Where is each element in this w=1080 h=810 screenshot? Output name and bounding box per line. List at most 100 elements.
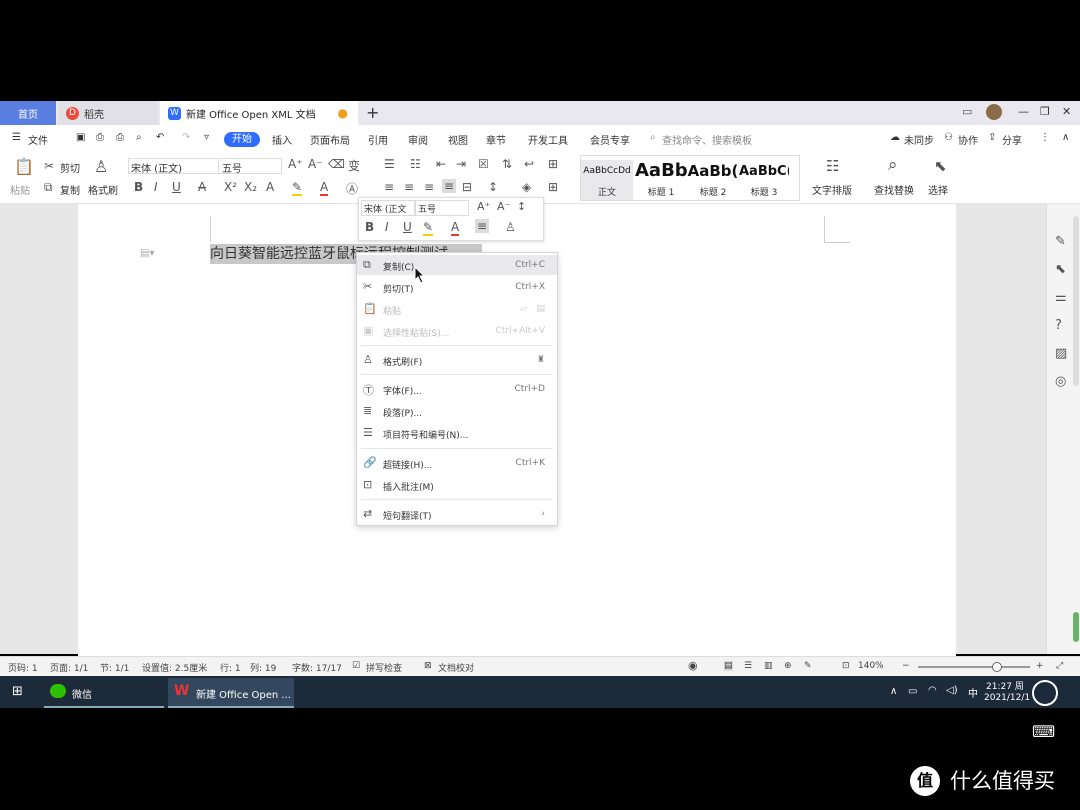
status-row[interactable]: 行: 1 [220,661,241,674]
taskbar-wechat[interactable]: 微信 [44,678,164,708]
close-button[interactable]: ✕ [1062,105,1071,118]
collab-button[interactable]: 协作 [958,132,978,147]
mini-bold-icon[interactable]: B [365,220,374,234]
redo-icon[interactable]: ↷ [182,132,190,143]
style-heading-1[interactable]: AaBb 标题 1 [635,160,687,200]
mini-font-color-icon[interactable]: A [451,220,460,236]
tab-start[interactable]: 开始 [224,132,260,147]
menu-item-paste-special[interactable]: ▣ 选择性粘贴(S)... Ctrl+Alt+V [357,321,557,341]
tab-home[interactable]: 首页 [0,101,56,125]
image-tool-icon[interactable]: ▨ [1055,346,1067,361]
clock-time[interactable]: 21:27 周 [986,679,1024,692]
numbering-icon[interactable]: ☷ [410,157,421,171]
mini-shrink-font-icon[interactable]: A⁻ [497,200,510,213]
bold-icon[interactable]: B [134,180,143,194]
tray-expand-icon[interactable]: ∧ [890,686,897,697]
write-mode-icon[interactable]: ✎ [804,661,812,671]
select-button[interactable]: 选择 [928,182,948,197]
pen-icon[interactable]: ✎ [1055,234,1066,249]
proofread-button[interactable]: 文档校对 [438,661,474,674]
style-heading-3[interactable]: AaBbC( 标题 3 [739,160,789,200]
find-replace-button[interactable]: 查找替换 [874,182,914,197]
sort-icon[interactable]: ⇅ [502,157,512,171]
table-tools-icon[interactable]: ⊞ [548,157,558,171]
mini-grow-font-icon[interactable]: A⁺ [477,200,490,213]
align-center-icon[interactable]: ≡ [404,180,414,194]
menu-item-bullets-numbering[interactable]: ☰ 项目符号和编号(N)... [357,423,557,443]
shading-icon[interactable]: ◈ [522,180,531,194]
avatar[interactable] [986,104,1002,120]
command-search[interactable]: 查找命令、搜索模板 [662,132,752,147]
outline-view-icon[interactable]: ☰ [744,661,752,671]
wifi-icon[interactable]: ◠ [928,685,937,696]
mini-align-icon[interactable]: ≡ [475,219,490,233]
save-icon[interactable]: ▣ [76,132,85,143]
distributed-icon[interactable]: ⊟ [462,180,472,194]
tab-page-layout[interactable]: 页面布局 [310,132,350,147]
justify-icon[interactable]: ≡ [442,179,457,193]
status-setting[interactable]: 设置值: 2.5厘米 [142,661,207,674]
mini-italic-icon[interactable]: I [385,220,389,234]
tab-view[interactable]: 视图 [448,132,468,147]
fit-page-icon[interactable]: ⊡ [842,661,850,671]
mini-highlight-icon[interactable]: ✎ [423,220,434,236]
line-spacing-icon[interactable]: ↕ [488,180,498,194]
font-color-icon[interactable]: A [320,180,329,196]
preview-icon[interactable]: ⌕ [136,132,142,143]
shrink-font-icon[interactable]: A⁻ [308,157,323,171]
file-menu[interactable]: 文件 [28,132,48,147]
eye-protection-icon[interactable]: ◉ [688,659,698,672]
ime-indicator[interactable]: 中 [968,685,978,700]
underline-icon[interactable]: U [172,180,181,194]
cut-button[interactable]: 剪切 [60,160,80,175]
zoom-level[interactable]: 140% [858,661,884,671]
sync-status[interactable]: 未同步 [904,132,934,147]
location-icon[interactable]: ◎ [1055,374,1066,389]
zoom-slider-track[interactable] [918,662,1030,672]
format-painter-icon[interactable]: ♙ [94,157,108,176]
read-view-icon[interactable]: ▥ [764,661,773,671]
show-marks-icon[interactable]: ↩ [524,157,534,171]
tab-member[interactable]: 会员专享 [590,132,630,147]
tab-chapter[interactable]: 章节 [486,132,506,147]
grow-font-icon[interactable]: A⁺ [288,157,303,171]
tray-device-icon[interactable]: ▭ [908,686,917,697]
collapse-ribbon-icon[interactable]: ∧ [1062,132,1069,143]
menu-item-copy[interactable]: ⧉ 复制(C) Ctrl+C [357,255,557,275]
layout-icon[interactable]: ▭ [962,105,972,118]
align-right-icon[interactable]: ≡ [424,180,434,194]
status-col[interactable]: 列: 19 [250,661,276,674]
copy-button[interactable]: 复制 [60,182,80,197]
subscript-icon[interactable]: X₂ [244,180,257,194]
share-button[interactable]: 分享 [1002,132,1022,147]
more-icon[interactable]: ⋮ [1040,132,1050,143]
menu-item-paste[interactable]: 📋 粘贴 ▱ ▤ [357,299,557,319]
customize-icon[interactable]: ▿ [204,132,209,143]
borders-icon[interactable]: ⊞ [548,180,558,194]
paste-icon[interactable]: 📋 [14,157,34,176]
tab-developer[interactable]: 开发工具 [528,132,568,147]
menu-item-translate[interactable]: ⇄ 短句翻译(T) › [357,504,557,524]
tab-document[interactable]: W 新建 Office Open XML 文档 ● [160,101,358,125]
spell-check-button[interactable]: 拼写检查 [366,661,402,674]
format-painter-button[interactable]: 格式刷 [88,182,118,197]
highlight-icon[interactable]: ✎ [292,180,303,196]
menu-item-cut[interactable]: ✂ 剪切(T) Ctrl+X [357,277,557,297]
scroll-indicator[interactable] [1073,612,1079,642]
menu-item-format-painter[interactable]: ♙ 格式刷(F) ♜ [357,350,557,370]
mini-format-painter-icon[interactable]: ♙ [505,220,516,234]
font-size-select[interactable]: 五号 [218,158,282,175]
print-icon[interactable]: ⎙ [116,132,124,143]
windows-start-icon[interactable]: ⊞ [12,684,23,699]
italic-icon[interactable]: I [154,180,158,194]
taskbar-wps[interactable]: W 新建 Office Open ... [168,678,294,708]
paste-button[interactable]: 粘贴 [10,182,30,197]
volume-icon[interactable]: ◁) [946,685,958,696]
tab-references[interactable]: 引用 [368,132,388,147]
superscript-icon[interactable]: X² [224,180,237,194]
status-section[interactable]: 节: 1/1 [100,661,129,674]
undo-icon[interactable]: ↶ [156,132,164,143]
export-icon[interactable]: ⎙ [96,132,104,143]
mini-line-spacing-icon[interactable]: ↕ [517,200,526,213]
hamburger-icon[interactable]: ☰ [12,132,21,143]
